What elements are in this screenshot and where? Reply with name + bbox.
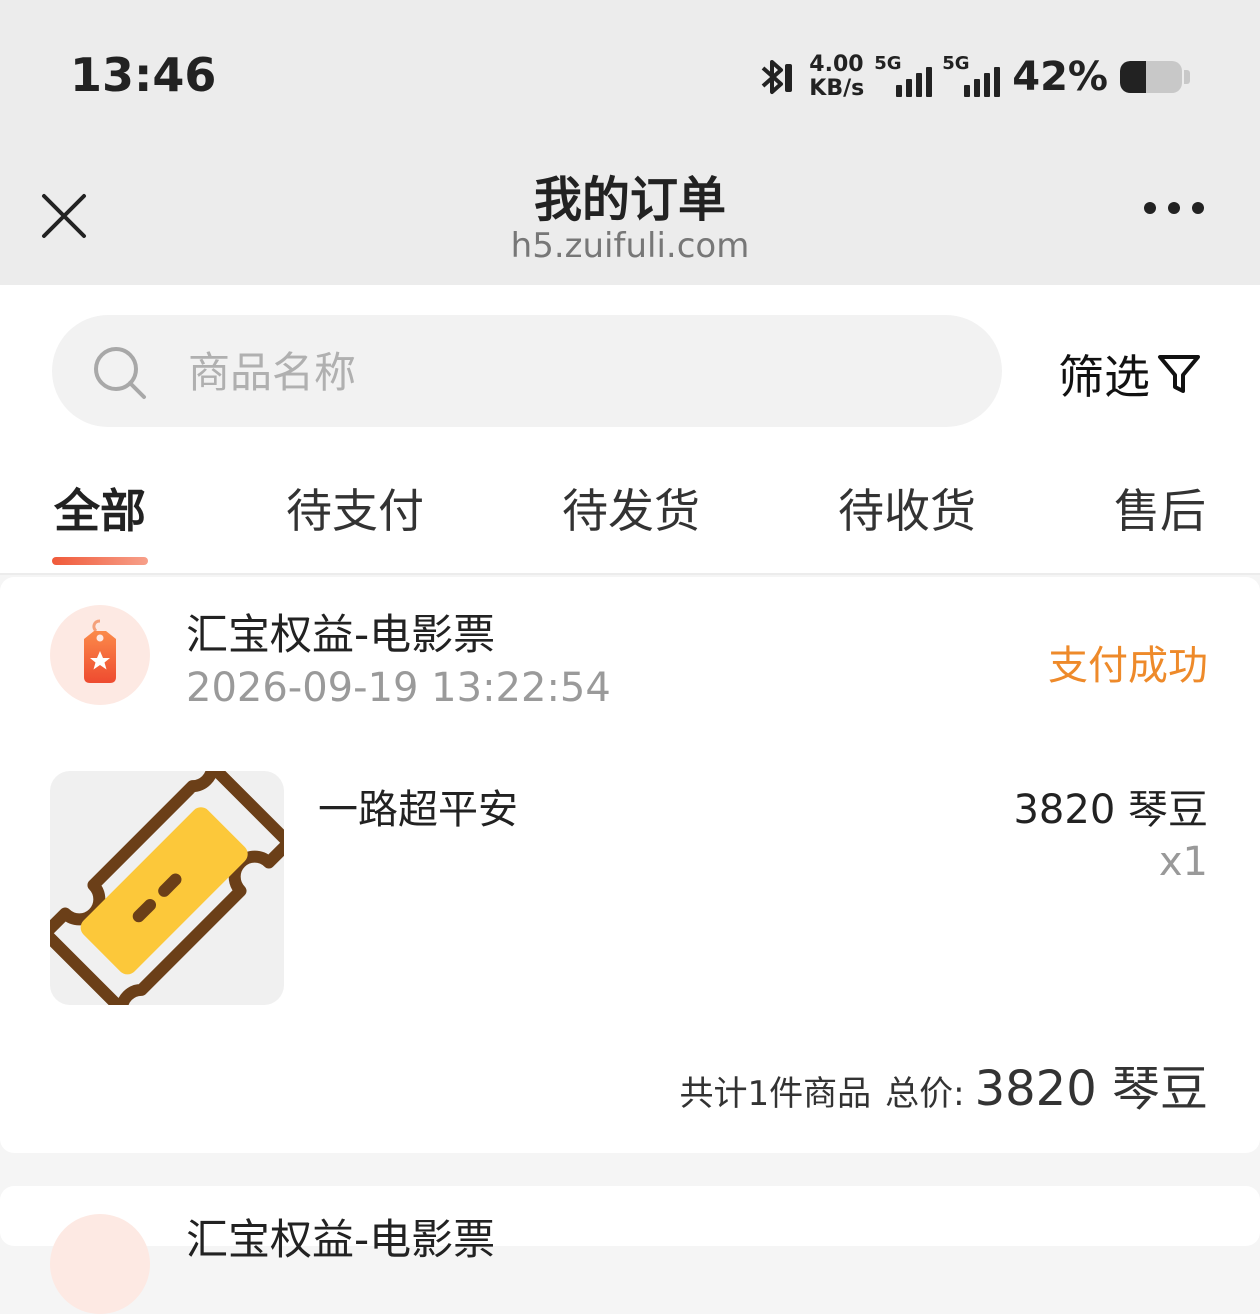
order-tabs: 全部 待支付 待发货 待收货 售后	[0, 465, 1260, 573]
network-speed-unit: KB/s	[809, 76, 865, 101]
signal-2-label: 5G	[942, 53, 970, 74]
movie-ticket-icon	[50, 771, 284, 1005]
product-thumbnail[interactable]	[50, 771, 284, 1005]
shop-avatar	[50, 1214, 150, 1314]
tab-after-sales[interactable]: 售后	[1114, 475, 1206, 541]
signal-2-icon: 5G	[942, 53, 1001, 97]
status-bar: 13:46 4.00 KB/s 5G 5G 42%	[0, 0, 1260, 150]
more-dot-icon	[1192, 202, 1204, 214]
battery-tip	[1184, 70, 1190, 84]
order-header-panel: 筛选 全部 待支付 待发货 待收货 售后	[0, 285, 1260, 573]
summary-item-count: 共计1件商品	[679, 1074, 872, 1114]
more-dot-icon	[1168, 202, 1180, 214]
network-speed: 4.00 KB/s	[809, 53, 864, 101]
shop-name: 汇宝权益-电影票	[186, 1215, 496, 1264]
order-card[interactable]: 汇宝权益-电影票	[0, 1186, 1260, 1314]
shop-name: 汇宝权益-电影票	[186, 610, 496, 659]
filter-button[interactable]: 筛选	[1058, 341, 1202, 407]
network-speed-value: 4.00	[809, 52, 864, 77]
order-card[interactable]: 汇宝权益-电影票 2026-09-19 13:22:54 支付成功 一路超平安 …	[0, 577, 1260, 1153]
search-icon	[94, 347, 146, 399]
page-subtitle-domain: h5.zuifuli.com	[510, 226, 750, 266]
tab-pending-shipment[interactable]: 待发货	[562, 475, 700, 541]
product-quantity: x1	[1158, 839, 1208, 885]
bluetooth-icon	[761, 60, 793, 94]
shop-avatar	[50, 605, 150, 705]
tab-all[interactable]: 全部	[54, 475, 146, 541]
status-time: 13:46	[70, 48, 217, 102]
active-tab-indicator	[52, 557, 148, 565]
divider	[0, 573, 1260, 575]
summary-total-label: 总价:	[885, 1074, 965, 1114]
nav-bar: 我的订单 h5.zuifuli.com	[0, 150, 1260, 285]
summary-total-amount: 3820 琴豆	[974, 1061, 1208, 1117]
status-icons: 4.00 KB/s 5G 5G 42%	[751, 52, 1190, 102]
signal-1-icon: 5G	[874, 53, 933, 97]
page-title: 我的订单	[533, 172, 726, 228]
more-options-button[interactable]	[1144, 202, 1204, 214]
price-tag-icon	[84, 619, 116, 683]
more-dot-icon	[1144, 202, 1156, 214]
tab-pending-receipt[interactable]: 待收货	[838, 475, 976, 541]
search-bar[interactable]	[52, 315, 1002, 427]
tab-pending-payment[interactable]: 待支付	[286, 475, 424, 541]
order-time: 2026-09-19 13:22:54	[186, 665, 611, 711]
battery-percent: 42%	[1012, 54, 1108, 100]
filter-label: 筛选	[1058, 350, 1150, 404]
battery-icon	[1120, 61, 1182, 93]
battery-fill	[1120, 61, 1147, 93]
filter-icon	[1158, 355, 1200, 393]
product-name: 一路超平安	[318, 787, 518, 833]
product-price: 3820 琴豆	[1013, 787, 1208, 833]
search-input[interactable]	[186, 343, 950, 401]
order-summary: 共计1件商品 总价: 3820 琴豆	[679, 1049, 1208, 1119]
order-status-badge: 支付成功	[1048, 643, 1208, 689]
signal-1-label: 5G	[874, 53, 902, 74]
